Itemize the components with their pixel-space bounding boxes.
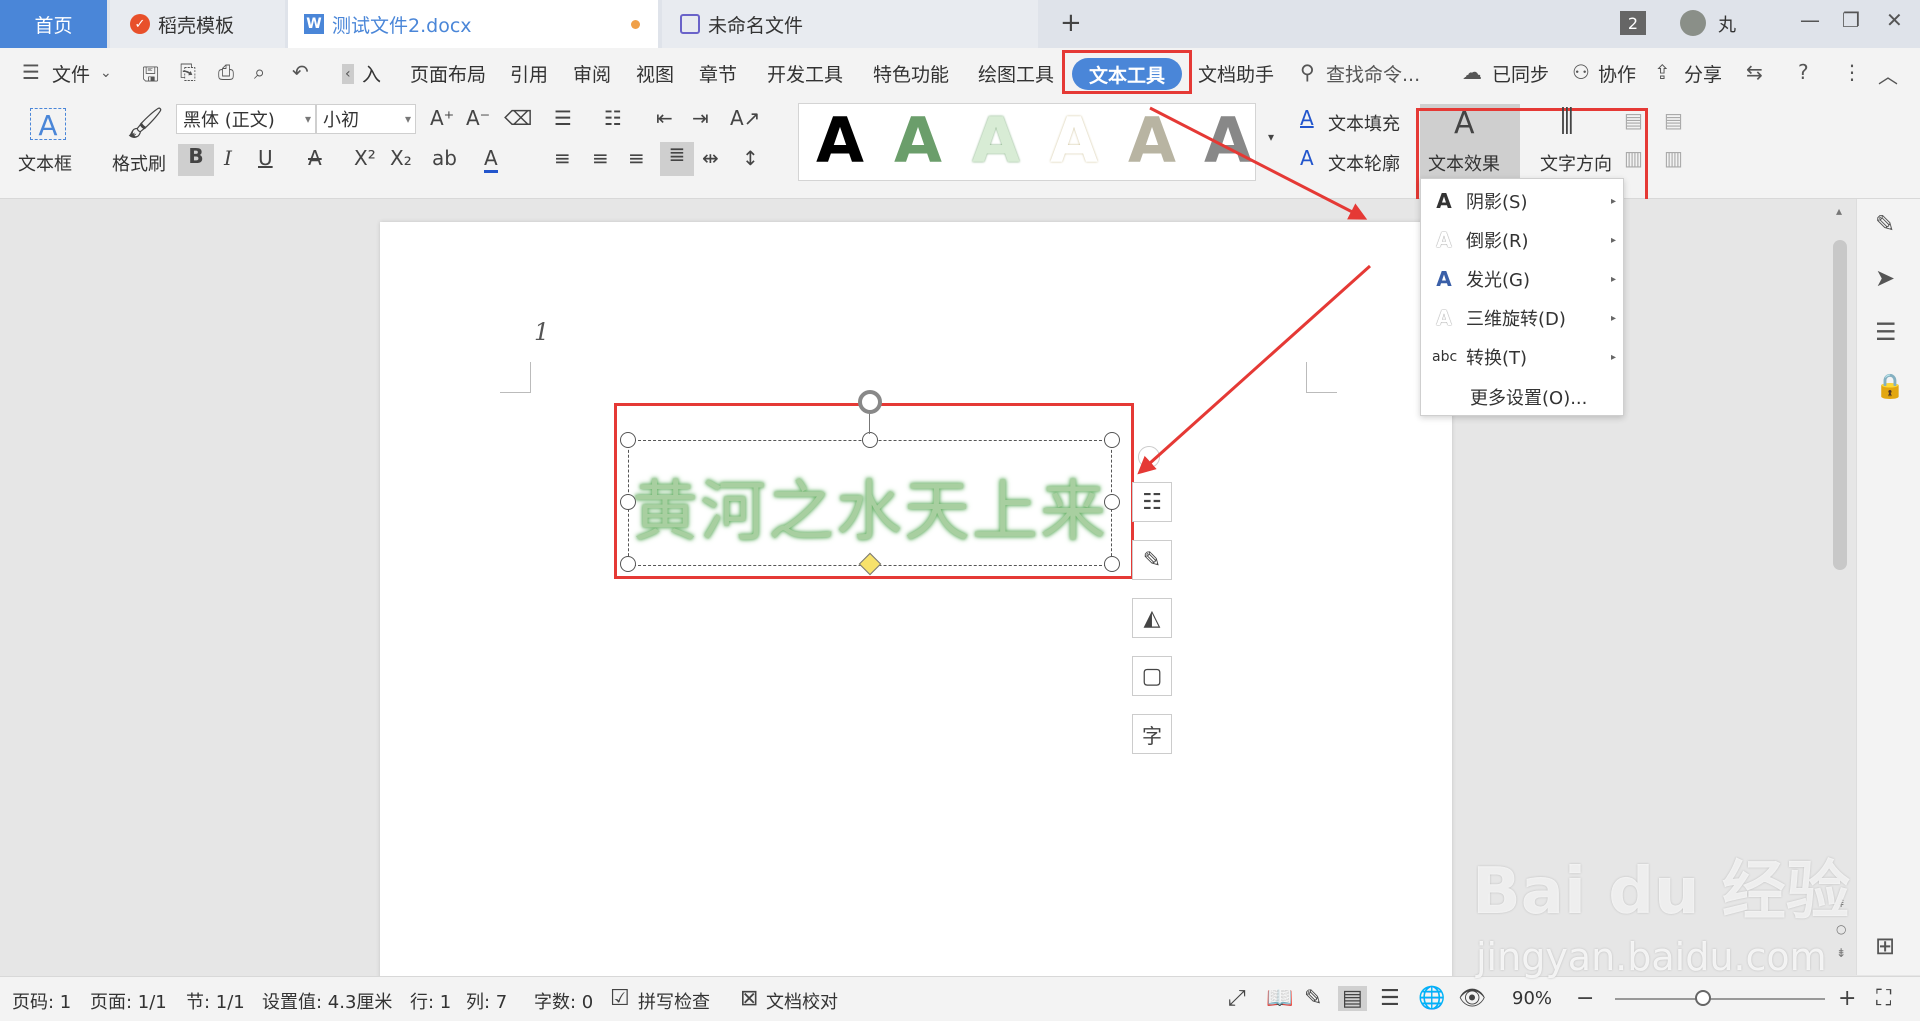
- dropdown-item-glow[interactable]: A 发光(G) ▸: [1432, 266, 1616, 292]
- status-row[interactable]: 行: 1: [410, 988, 451, 1014]
- web-view-icon[interactable]: 🌐: [1418, 986, 1445, 1011]
- zoom-slider-track[interactable]: [1615, 998, 1825, 1000]
- dropdown-item-more-settings[interactable]: 更多设置(O)...: [1470, 384, 1654, 410]
- zoom-in-icon[interactable]: +: [1838, 986, 1856, 1011]
- dropdown-item-label: 三维旋转(D): [1466, 309, 1566, 330]
- reading-mode-icon[interactable]: 📖: [1266, 986, 1293, 1011]
- dropdown-item-label: 阴影(S): [1466, 192, 1528, 213]
- next-page-icon[interactable]: ⇟: [1836, 946, 1846, 960]
- dropdown-item-label: 倒影(R): [1466, 231, 1529, 252]
- zoom-slider-knob[interactable]: [1695, 990, 1711, 1006]
- reflection-icon: A: [1436, 228, 1452, 252]
- dropdown-item-reflection[interactable]: A 倒影(R) ▸: [1432, 227, 1616, 253]
- glow-icon: A: [1436, 267, 1452, 291]
- status-page-code[interactable]: 页码: 1: [12, 988, 71, 1014]
- submenu-arrow-icon: ▸: [1610, 312, 1616, 324]
- status-column[interactable]: 列: 7: [466, 988, 507, 1014]
- dropdown-item-transform[interactable]: abc 转换(T) ▸: [1432, 344, 1616, 370]
- page-view-icon[interactable]: ▤: [1338, 986, 1367, 1011]
- status-section[interactable]: 节: 1/1: [186, 988, 245, 1014]
- outline-view-icon[interactable]: ☰: [1380, 986, 1400, 1011]
- eye-protect-icon[interactable]: 👁: [1458, 986, 1486, 1011]
- submenu-arrow-icon: ▸: [1610, 195, 1616, 207]
- proofread-icon: ⊠: [740, 986, 759, 1011]
- zoom-level[interactable]: 90%: [1512, 988, 1552, 1009]
- status-pages[interactable]: 页面: 1/1: [90, 988, 167, 1014]
- right-sidebar: [1856, 199, 1920, 975]
- status-setting-value[interactable]: 设置值: 4.3厘米: [262, 988, 392, 1014]
- status-word-count[interactable]: 字数: 0: [534, 988, 593, 1014]
- zoom-out-icon[interactable]: −: [1576, 986, 1594, 1011]
- baidu-watermark-url: jingyan.baidu.com: [1476, 935, 1827, 979]
- submenu-arrow-icon: ▸: [1610, 273, 1616, 285]
- scroll-up-icon[interactable]: ▴: [1836, 204, 1842, 218]
- 3d-rotation-icon: A: [1436, 306, 1452, 330]
- edit-pen-icon[interactable]: ✎: [1875, 210, 1895, 238]
- arrow-to-text-effect: [1149, 106, 1368, 220]
- write-mode-icon[interactable]: ✎: [1304, 986, 1322, 1011]
- dropdown-item-shadow[interactable]: A 阴影(S) ▸: [1432, 188, 1616, 214]
- spell-check-icon: ☑: [610, 986, 630, 1011]
- lock-icon[interactable]: 🔒: [1875, 372, 1905, 400]
- spell-check-button[interactable]: 拼写检查: [638, 988, 710, 1014]
- vertical-scrollbar[interactable]: [1833, 240, 1847, 570]
- baidu-watermark-logo: Bai du 经验: [1472, 855, 1850, 929]
- transform-icon: abc: [1432, 349, 1458, 365]
- dropdown-item-label: 更多设置(O)...: [1470, 388, 1588, 409]
- dropdown-item-label: 转换(T): [1466, 348, 1528, 369]
- apps-grid-icon[interactable]: ⊞: [1875, 932, 1895, 960]
- adjust-sliders-icon[interactable]: ☰: [1875, 318, 1897, 346]
- arrow-to-art-text: [1137, 264, 1372, 475]
- dropdown-item-label: 发光(G): [1466, 270, 1530, 291]
- fullscreen-icon[interactable]: ⤢: [1228, 986, 1246, 1011]
- dropdown-item-3d-rotation[interactable]: A 三维旋转(D) ▸: [1432, 305, 1616, 331]
- shadow-icon: A: [1436, 189, 1452, 213]
- proofread-button[interactable]: 文档校对: [766, 988, 838, 1014]
- fit-page-icon[interactable]: ⛶: [1876, 986, 1891, 1011]
- cursor-select-icon[interactable]: ➤: [1875, 264, 1895, 292]
- submenu-arrow-icon: ▸: [1610, 234, 1616, 246]
- submenu-arrow-icon: ▸: [1610, 351, 1616, 363]
